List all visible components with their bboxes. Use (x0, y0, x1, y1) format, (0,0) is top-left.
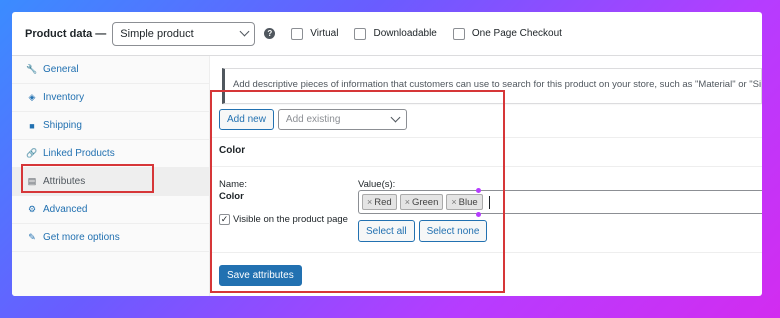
attributes-toolbar: Add new Add existing (219, 109, 407, 130)
add-existing-placeholder: Add existing (285, 114, 341, 125)
attributes-description: Add descriptive pieces of information th… (222, 68, 762, 104)
tab-label: Attributes (43, 176, 86, 187)
tab-attributes[interactable]: ▤ Attributes (12, 168, 209, 196)
tab-general[interactable]: 🔧 General (12, 56, 209, 84)
attribute-values-input[interactable]: × Red × Green × Blue (358, 190, 762, 214)
gear-icon: ⚙ (27, 204, 37, 214)
chevron-down-icon (390, 112, 401, 123)
value-chip-blue[interactable]: × Blue (446, 194, 483, 210)
visible-label: Visible on the product page (233, 214, 348, 225)
remove-icon[interactable]: × (367, 197, 372, 207)
chip-label: Green (411, 196, 439, 208)
wrench-icon: 🔧 (26, 64, 38, 74)
tab-label: General (43, 64, 79, 75)
tab-label: Get more options (43, 232, 120, 243)
value-chip-green[interactable]: × Green (399, 194, 444, 210)
tab-advanced[interactable]: ⚙ Advanced (12, 196, 209, 224)
tab-label: Linked Products (43, 148, 115, 159)
product-data-title: Product data — (25, 27, 107, 40)
attribute-name-label: Name: (219, 179, 247, 190)
product-data-panel: Product data — Simple product ? Virtual … (12, 12, 762, 296)
product-data-header: Product data — Simple product ? Virtual … (12, 12, 762, 56)
divider (211, 252, 762, 253)
tab-get-more-options[interactable]: ✎ Get more options (12, 224, 209, 252)
attribute-title[interactable]: Color (219, 145, 245, 156)
tab-label: Advanced (43, 204, 88, 215)
remove-icon[interactable]: × (451, 197, 456, 207)
plug-icon: ✎ (28, 232, 36, 242)
product-data-tabs: 🔧 General ◈ Inventory ■ Shipping 🔗 Linke… (12, 56, 210, 296)
attribute-name-value: Color (219, 191, 244, 202)
visible-on-product-page-checkbox[interactable]: ✓ Visible on the product page (219, 214, 348, 225)
value-chip-red[interactable]: × Red (362, 194, 397, 210)
add-new-button[interactable]: Add new (219, 109, 274, 130)
checkbox-box[interactable] (452, 27, 465, 40)
checkbox-box[interactable] (354, 27, 367, 40)
downloadable-label: Downloadable (373, 28, 437, 39)
downloadable-checkbox[interactable]: Downloadable (354, 27, 437, 40)
resize-handle-top[interactable] (476, 188, 481, 193)
divider (211, 166, 762, 167)
tab-shipping[interactable]: ■ Shipping (12, 112, 209, 140)
virtual-label: Virtual (310, 28, 339, 39)
chip-label: Red (374, 196, 392, 208)
one-page-checkout-checkbox[interactable]: One Page Checkout (452, 27, 562, 40)
remove-icon[interactable]: × (405, 197, 410, 207)
value-select-buttons: Select all Select none (358, 220, 491, 242)
add-existing-select[interactable]: Add existing (277, 109, 407, 130)
tab-linked-products[interactable]: 🔗 Linked Products (12, 140, 209, 168)
chevron-down-icon (239, 26, 250, 37)
checkmark-icon[interactable]: ✓ (219, 214, 230, 225)
product-type-value: Simple product (120, 27, 194, 40)
tab-label: Shipping (43, 120, 82, 131)
chip-label: Blue (458, 196, 478, 208)
tab-label: Inventory (43, 92, 85, 103)
attribute-values-label: Value(s): (358, 179, 396, 190)
help-icon[interactable]: ? (264, 28, 276, 39)
select-all-button[interactable]: Select all (358, 220, 415, 242)
link-icon: 🔗 (26, 148, 38, 158)
select-none-button[interactable]: Select none (418, 220, 488, 242)
save-attributes-button[interactable]: Save attributes (219, 265, 302, 286)
truck-icon: ■ (29, 120, 35, 131)
product-type-select[interactable]: Simple product (112, 21, 256, 46)
table-icon: ▤ (27, 176, 37, 186)
virtual-checkbox[interactable]: Virtual (291, 27, 339, 40)
one-page-checkout-label: One Page Checkout (471, 28, 562, 39)
checkbox-box[interactable] (291, 27, 304, 40)
inventory-icon: ◈ (28, 92, 36, 102)
text-cursor (488, 195, 490, 209)
resize-handle-bottom[interactable] (476, 212, 481, 217)
tab-inventory[interactable]: ◈ Inventory (12, 84, 209, 112)
divider (211, 137, 762, 138)
